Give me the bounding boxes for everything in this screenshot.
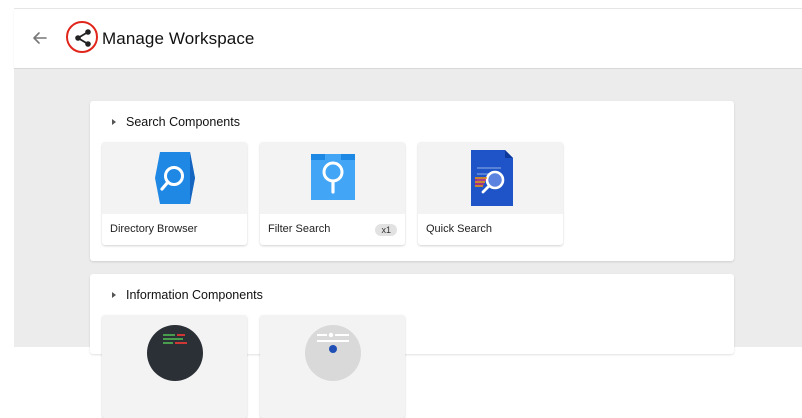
card-directory-browser[interactable]: Directory Browser xyxy=(102,142,247,245)
count-badge: x1 xyxy=(375,224,397,236)
card-quick-search[interactable]: Quick Search xyxy=(418,142,563,245)
arrow-left-icon[interactable] xyxy=(30,28,50,48)
quick-search-icon xyxy=(471,150,513,206)
page-title: Manage Workspace xyxy=(102,29,255,48)
panel-header-information-components[interactable]: Information Components xyxy=(112,288,263,302)
card-label: Quick Search xyxy=(426,223,493,235)
directory-browser-icon xyxy=(155,152,195,204)
search-components-panel: Search Components Directory Browser Filt… xyxy=(90,101,734,261)
card-code-editor[interactable] xyxy=(102,315,247,418)
panel-title: Information Components xyxy=(126,288,263,302)
card-filter-search[interactable]: Filter Search x1 xyxy=(260,142,405,245)
filter-search-icon xyxy=(311,154,355,200)
top-divider xyxy=(14,8,802,9)
panel-header-search-components[interactable]: Search Components xyxy=(112,115,240,129)
share-highlight-ring xyxy=(66,21,98,53)
panel-title: Search Components xyxy=(126,115,240,129)
card-label: Filter Search xyxy=(268,223,331,235)
card-settings-profile[interactable] xyxy=(260,315,405,418)
caret-right-icon xyxy=(112,118,116,125)
caret-right-icon xyxy=(112,291,116,298)
information-components-panel: Information Components xyxy=(90,274,734,418)
code-editor-icon xyxy=(147,325,203,381)
card-label: Directory Browser xyxy=(110,223,198,235)
settings-profile-icon xyxy=(305,325,361,381)
